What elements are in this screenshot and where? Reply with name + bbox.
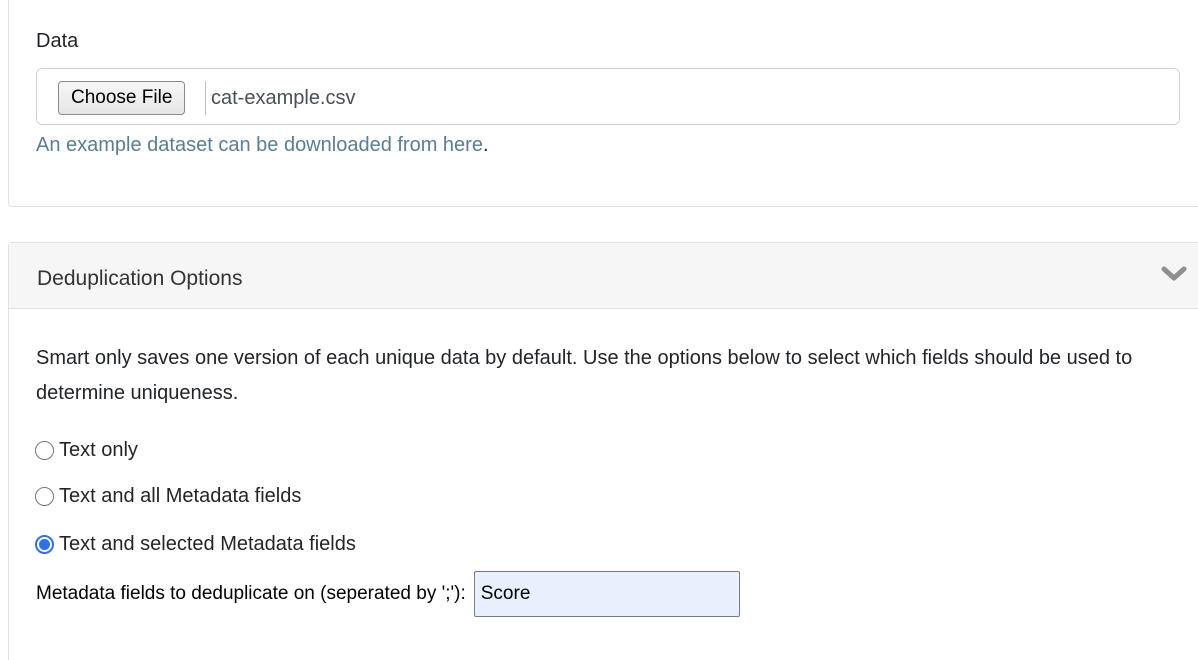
selected-file-name: cat-example.csv — [211, 87, 356, 109]
metadata-fields-row: Metadata fields to deduplicate on (seper… — [36, 571, 740, 617]
option-text-selected-metadata-label: Text and selected Metadata fields — [59, 532, 356, 555]
option-text-only-label: Text only — [59, 438, 138, 461]
option-text-all-metadata[interactable]: Text and all Metadata fields — [35, 484, 301, 508]
radio-text-all-metadata[interactable] — [35, 486, 54, 506]
metadata-fields-input[interactable] — [473, 571, 740, 617]
deduplication-title: Deduplication Options — [37, 267, 243, 290]
radio-text-selected-metadata[interactable] — [35, 534, 54, 554]
data-label: Data — [36, 30, 79, 52]
radio-text-only[interactable] — [35, 440, 54, 460]
metadata-fields-label: Metadata fields to deduplicate on (seper… — [36, 583, 466, 604]
file-input[interactable]: Choose File cat-example.csv — [36, 68, 1180, 125]
chevron-down-icon[interactable] — [1161, 265, 1187, 283]
deduplication-description: Smart only saves one version of each uni… — [36, 347, 1133, 404]
example-dataset-link[interactable]: An example dataset can be downloaded fro… — [36, 134, 483, 156]
choose-file-button[interactable]: Choose File — [58, 81, 186, 115]
option-text-only[interactable]: Text only — [35, 438, 138, 462]
example-dataset-suffix: . — [482, 134, 489, 156]
file-input-divider — [205, 81, 206, 115]
example-dataset-note: An example dataset can be downloaded fro… — [36, 134, 489, 157]
option-text-selected-metadata[interactable]: Text and selected Metadata fields — [35, 532, 356, 556]
deduplication-header[interactable]: Deduplication Options — [9, 243, 1198, 309]
option-text-all-metadata-label: Text and all Metadata fields — [59, 484, 302, 507]
